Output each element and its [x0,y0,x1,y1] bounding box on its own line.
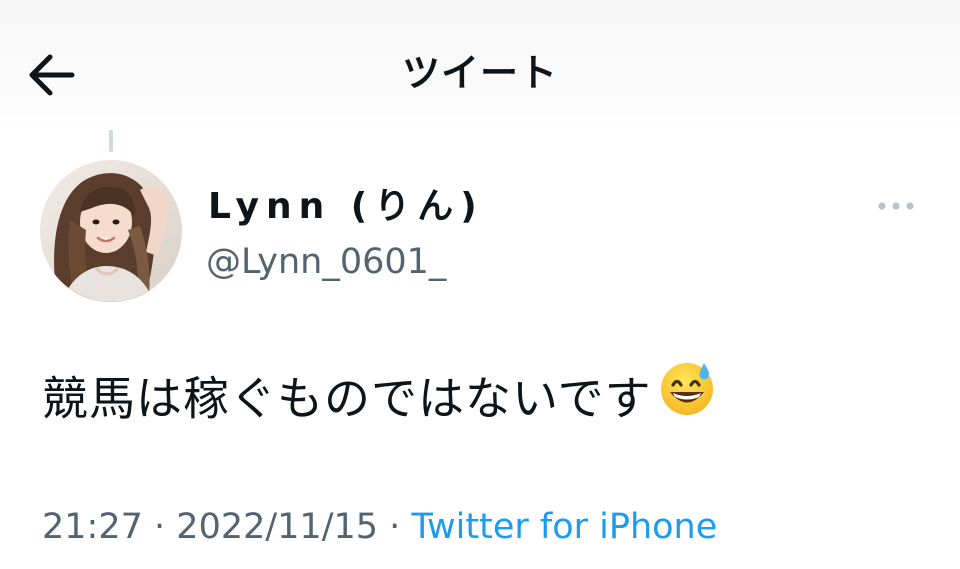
avatar[interactable] [40,160,182,302]
profile-photo [40,160,182,302]
tweet-source-link[interactable]: Twitter for iPhone [411,507,717,547]
tweet-metadata: 21:27 · 2022/11/15 · Twitter for iPhone [42,505,717,549]
tweet-date[interactable]: 2022/11/15 [176,507,378,547]
more-options-button[interactable] [870,192,922,220]
tweet-text: 競馬は稼ぐものではないです [42,363,716,439]
tweet-body-text: 競馬は稼ぐものではないです [42,371,652,426]
thread-connector-line [109,130,113,152]
separator-dot: · [389,507,401,547]
more-horizontal-icon [878,202,914,210]
separator-dot: · [154,507,166,547]
author-handle[interactable]: @Lynn_0601_ [206,240,446,284]
tweet-time[interactable]: 21:27 [42,507,143,547]
top-bar: ツイート [0,0,960,130]
author-display-name[interactable]: Lynn (りん) [208,185,484,229]
grinning-face-with-sweat-icon [658,359,716,433]
tweet-detail-screen: ツイート Lynn (りん) @Lynn_0601_ 競馬は稼ぐものではないです… [0,0,960,569]
page-title: ツイート [401,51,558,95]
